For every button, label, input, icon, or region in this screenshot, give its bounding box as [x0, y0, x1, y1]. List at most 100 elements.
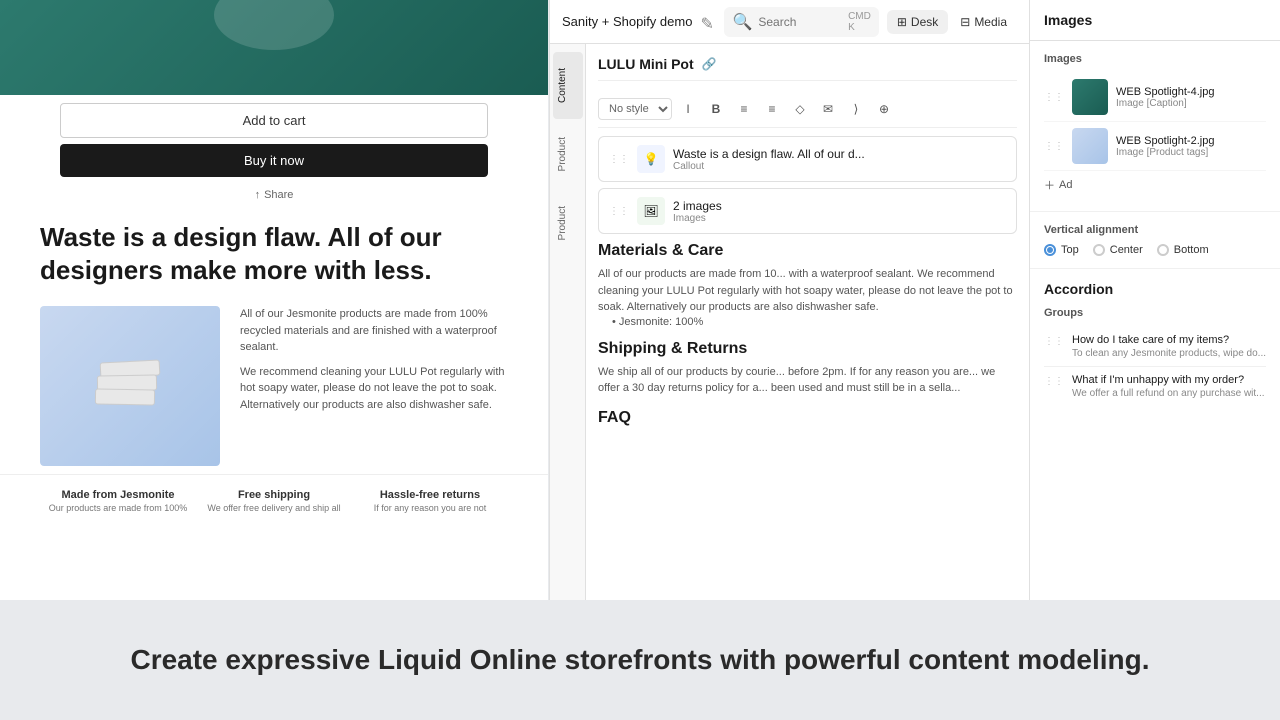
image-1-info: WEB Spotlight-4.jpg Image [Caption] [1116, 86, 1266, 109]
feature-section: All of our Jesmonite products are made f… [0, 298, 548, 474]
editor-toolbar: No style I B ≡ ≡ ◇ ✉ ⟩ ⊕ [598, 91, 1017, 128]
edit-icon[interactable]: ✎ [700, 14, 716, 30]
shape-btn[interactable]: ◇ [788, 97, 812, 121]
feature-returns-title: Hassle-free returns [356, 489, 504, 501]
images-icon: 🖼 [637, 197, 665, 225]
callout-type: Callout [673, 161, 1006, 172]
images-section: Images ⋮⋮ WEB Spotlight-4.jpg Image [Cap… [1030, 41, 1280, 212]
desk-icon: ⊞ [897, 15, 907, 29]
bottom-tagline-text: Create expressive Liquid Online storefro… [130, 644, 1149, 676]
email-btn[interactable]: ✉ [816, 97, 840, 121]
product-image-shape [214, 0, 334, 50]
callout-item[interactable]: ⋮⋮ 💡 Waste is a design flaw. All of our … [599, 137, 1016, 181]
faq-heading: FAQ [598, 409, 1017, 427]
callout-text: Waste is a design flaw. All of our d... [673, 147, 1006, 161]
feature-text-1: All of our Jesmonite products are made f… [240, 306, 508, 356]
feature-shipping-title: Free shipping [200, 489, 348, 501]
shipping-heading: Shipping & Returns [598, 340, 1017, 358]
acc-1-drag[interactable]: ⋮⋮ [1044, 336, 1064, 347]
product-image [0, 0, 548, 95]
search-input[interactable] [758, 15, 842, 29]
image-2-drag[interactable]: ⋮⋮ [1044, 141, 1064, 152]
acc-2-title: What if I'm unhappy with my order? [1072, 374, 1266, 386]
acc-1-info: How do I take care of my items? To clean… [1072, 334, 1266, 359]
add-image-button[interactable]: ＋ Ad [1044, 171, 1266, 199]
acc-1-subtitle: To clean any Jesmonite products, wipe do… [1072, 348, 1266, 359]
vtab-product2[interactable]: Product [553, 190, 583, 256]
feature-shipping: Free shipping We offer free delivery and… [196, 483, 352, 521]
ordered-list-btn[interactable]: ≡ [760, 97, 784, 121]
images-info: 2 images Images [673, 199, 1006, 224]
image-1-tag: Image [Caption] [1116, 98, 1266, 109]
search-box[interactable]: 🔍 CMD K [724, 7, 878, 37]
callout-drag-handle[interactable]: ⋮⋮ [609, 154, 629, 165]
image-item-1[interactable]: ⋮⋮ WEB Spotlight-4.jpg Image [Caption] [1044, 73, 1266, 122]
buy-now-button[interactable]: Buy it now [60, 144, 488, 177]
link-btn[interactable]: ⟩ [844, 97, 868, 121]
accordion-title: Accordion [1044, 281, 1266, 297]
image-2-info: WEB Spotlight-2.jpg Image [Product tags] [1116, 135, 1266, 158]
accordion-section: Accordion Groups ⋮⋮ How do I take care o… [1030, 269, 1280, 418]
right-panel-header: Images [1030, 0, 1280, 41]
bottom-tagline: Create expressive Liquid Online storefro… [0, 600, 1280, 720]
images-item[interactable]: ⋮⋮ 🖼 2 images Images [599, 189, 1016, 233]
image-1-name: WEB Spotlight-4.jpg [1116, 86, 1266, 98]
media-tab[interactable]: ⊟ Media [950, 10, 1017, 34]
valign-options: Top Center Bottom [1044, 244, 1266, 256]
soap-bar-3 [95, 388, 155, 405]
valign-bottom-radio[interactable] [1157, 244, 1169, 256]
link-icon[interactable]: 🔗 [702, 57, 717, 71]
plus-icon: ＋ [1044, 177, 1055, 193]
accordion-group-1[interactable]: ⋮⋮ How do I take care of my items? To cl… [1044, 327, 1266, 367]
doc-title-row: LULU Mini Pot 🔗 [598, 56, 1017, 81]
bold-btn[interactable]: B [704, 97, 728, 121]
bottom-features: Made from Jesmonite Our products are mad… [0, 474, 548, 529]
shipping-body: We ship all of our products by courie...… [598, 364, 1017, 397]
image-item-2[interactable]: ⋮⋮ WEB Spotlight-2.jpg Image [Product ta… [1044, 122, 1266, 171]
callout-icon: 💡 [637, 145, 665, 173]
accordion-groups-label: Groups [1044, 307, 1266, 319]
acc-2-drag[interactable]: ⋮⋮ [1044, 376, 1064, 387]
tagline-section: Waste is a design flaw. All of our desig… [0, 205, 548, 298]
add-to-cart-button[interactable]: Add to cart [60, 103, 488, 138]
image-1-drag[interactable]: ⋮⋮ [1044, 92, 1064, 103]
style-select[interactable]: No style [598, 98, 672, 120]
tagline-text: Waste is a design flaw. All of our desig… [40, 221, 508, 286]
feature-made-desc: Our products are made from 100% [44, 503, 192, 515]
materials-body: All of our products are made from 10... … [598, 266, 1017, 316]
feature-text-2: We recommend cleaning your LULU Pot regu… [240, 364, 508, 414]
feature-image [40, 306, 220, 466]
images-count: 2 images [673, 199, 1006, 213]
valign-center[interactable]: Center [1093, 244, 1143, 256]
feature-text: All of our Jesmonite products are made f… [240, 306, 508, 466]
vtab-product1[interactable]: Product [553, 121, 583, 187]
vtab-content[interactable]: Content [553, 52, 583, 119]
materials-heading: Materials & Care [598, 242, 1017, 260]
app-title: Sanity + Shopify demo [562, 14, 692, 29]
accordion-group-2[interactable]: ⋮⋮ What if I'm unhappy with my order? We… [1044, 367, 1266, 406]
embed-btn[interactable]: ⊕ [872, 97, 896, 121]
valign-top[interactable]: Top [1044, 244, 1079, 256]
share-icon: ↑ [255, 189, 261, 201]
images-drag-handle[interactable]: ⋮⋮ [609, 206, 629, 217]
images-block: ⋮⋮ 🖼 2 images Images [598, 188, 1017, 234]
vertical-alignment-section: Vertical alignment Top Center Bottom [1030, 212, 1280, 269]
acc-1-title: How do I take care of my items? [1072, 334, 1266, 346]
valign-bottom[interactable]: Bottom [1157, 244, 1209, 256]
search-icon: 🔍 [732, 12, 752, 32]
image-2-tag: Image [Product tags] [1116, 147, 1266, 158]
italic-btn[interactable]: I [676, 97, 700, 121]
valign-top-radio[interactable] [1044, 244, 1056, 256]
images-section-label: Images [1044, 53, 1266, 65]
valign-top-radio-inner [1047, 247, 1053, 253]
share-link[interactable]: ↑ Share [0, 185, 548, 205]
right-panel: Images Images ⋮⋮ WEB Spotlight-4.jpg Ima… [1029, 0, 1280, 600]
tab-group: ⊞ Desk ⊟ Media [887, 10, 1017, 34]
unordered-list-btn[interactable]: ≡ [732, 97, 756, 121]
valign-center-radio[interactable] [1093, 244, 1105, 256]
image-1-thumb [1072, 79, 1108, 115]
acc-2-subtitle: We offer a full refund on any purchase w… [1072, 388, 1266, 399]
desk-tab[interactable]: ⊞ Desk [887, 10, 948, 34]
preview-content: Add to cart Buy it now ↑ Share Waste is … [0, 0, 548, 529]
callout-info: Waste is a design flaw. All of our d... … [673, 147, 1006, 172]
